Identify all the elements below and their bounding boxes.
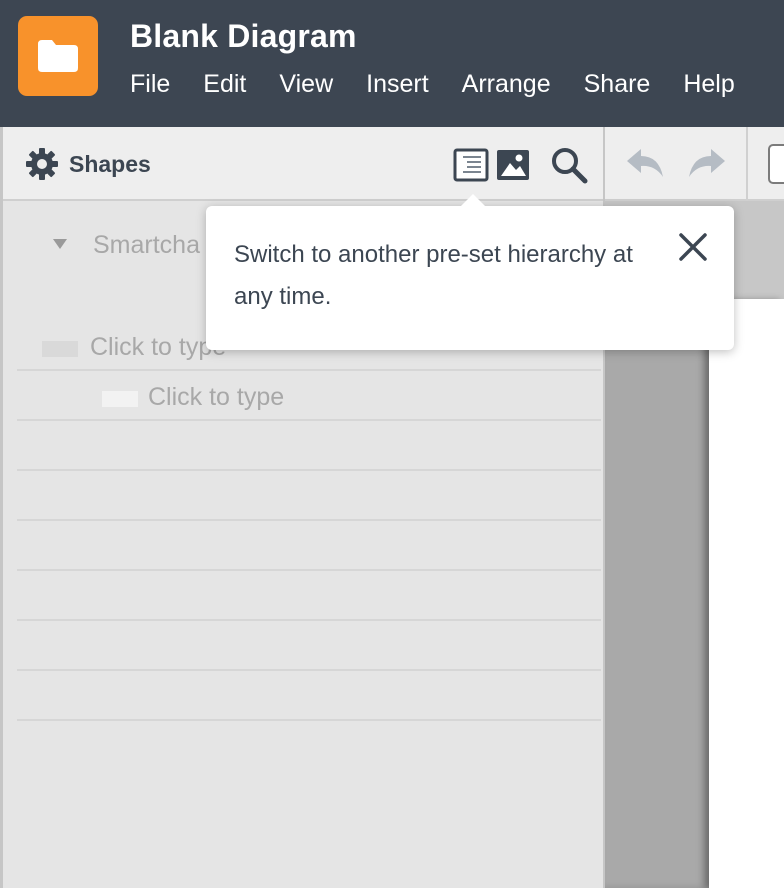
tooltip-caret — [460, 194, 486, 207]
redo-icon[interactable] — [687, 147, 727, 181]
search-icon[interactable] — [549, 145, 589, 185]
folder-icon — [38, 40, 78, 72]
app-header: Blank Diagram File Edit View Insert Arra… — [0, 0, 784, 127]
row-divider — [17, 669, 601, 671]
tooltip-message: Switch to another pre-set hierarchy at a… — [234, 241, 633, 310]
row-divider — [17, 619, 601, 621]
image-icon[interactable] — [495, 147, 531, 183]
menu-bar: File Edit View Insert Arrange Share Help — [130, 70, 768, 99]
menu-help[interactable]: Help — [683, 70, 734, 99]
canvas-margin — [605, 299, 709, 888]
menu-share[interactable]: Share — [584, 70, 651, 99]
menu-edit[interactable]: Edit — [203, 70, 246, 99]
node-swatch — [102, 391, 138, 407]
menu-view[interactable]: View — [279, 70, 333, 99]
close-icon[interactable] — [678, 232, 708, 262]
editor-toolbar — [605, 127, 784, 201]
row-divider — [17, 519, 601, 521]
smartchart-section-label[interactable]: Smartcha — [93, 231, 200, 260]
row-divider — [17, 569, 601, 571]
row-divider — [17, 419, 601, 421]
outline-view-icon[interactable] — [453, 147, 489, 183]
hint-tooltip: Switch to another pre-set hierarchy at a… — [206, 194, 734, 350]
document-title[interactable]: Blank Diagram — [130, 18, 357, 55]
shapes-panel-title: Shapes — [69, 151, 151, 177]
row-divider — [17, 469, 601, 471]
collapse-arrow-icon[interactable] — [53, 239, 67, 249]
gear-icon[interactable] — [25, 147, 59, 181]
app-logo[interactable] — [18, 16, 98, 96]
node-swatch — [42, 341, 78, 357]
menu-insert[interactable]: Insert — [366, 70, 429, 99]
canvas-page[interactable] — [709, 299, 784, 888]
shapes-panel-header: Shapes — [3, 127, 603, 201]
toolbar-divider — [746, 127, 748, 201]
menu-file[interactable]: File — [130, 70, 170, 99]
toolbar-button[interactable] — [768, 144, 784, 184]
node-text-level-1[interactable]: Click to type — [148, 383, 284, 412]
menu-arrange[interactable]: Arrange — [462, 70, 551, 99]
row-divider — [17, 719, 601, 721]
row-divider — [17, 369, 601, 371]
undo-icon[interactable] — [625, 147, 665, 181]
